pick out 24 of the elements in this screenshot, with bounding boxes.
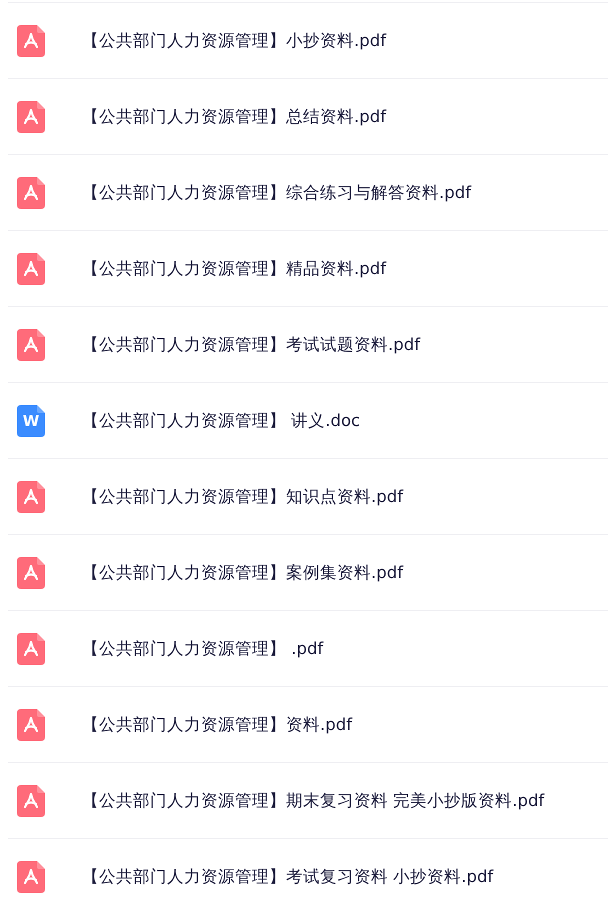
file-name[interactable]: 【公共部门人力资源管理】精品资料.pdf bbox=[82, 258, 386, 280]
pdf-file-icon bbox=[17, 632, 45, 664]
pdf-file-icon bbox=[17, 556, 45, 588]
pdf-file-icon bbox=[17, 24, 45, 56]
pdf-file-icon bbox=[17, 328, 45, 360]
file-name[interactable]: 【公共部门人力资源管理】考试试题资料.pdf bbox=[82, 334, 420, 356]
file-name[interactable]: 【公共部门人力资源管理】总结资料.pdf bbox=[82, 106, 386, 128]
pdf-file-icon bbox=[17, 252, 45, 284]
pdf-file-icon bbox=[17, 860, 45, 892]
file-name[interactable]: 【公共部门人力资源管理】案例集资料.pdf bbox=[82, 562, 404, 584]
pdf-file-icon bbox=[17, 784, 45, 816]
file-name[interactable]: 【公共部门人力资源管理】知识点资料.pdf bbox=[82, 486, 404, 508]
file-name[interactable]: 【公共部门人力资源管理】小抄资料.pdf bbox=[82, 30, 386, 52]
word-file-icon: W bbox=[17, 404, 45, 436]
pdf-file-icon bbox=[17, 480, 45, 512]
pdf-file-icon bbox=[17, 176, 45, 208]
file-name[interactable]: 【公共部门人力资源管理】期末复习资料 完美小抄版资料.pdf bbox=[82, 790, 544, 812]
file-name[interactable]: 【公共部门人力资源管理】 .pdf bbox=[82, 638, 324, 660]
file-name[interactable]: 【公共部门人力资源管理】 讲义.doc bbox=[82, 410, 360, 432]
pdf-file-icon bbox=[17, 100, 45, 132]
file-name[interactable]: 【公共部门人力资源管理】综合练习与解答资料.pdf bbox=[82, 182, 472, 204]
pdf-file-icon bbox=[17, 708, 45, 740]
file-name[interactable]: 【公共部门人力资源管理】考试复习资料 小抄资料.pdf bbox=[82, 866, 494, 888]
file-name[interactable]: 【公共部门人力资源管理】资料.pdf bbox=[82, 714, 352, 736]
